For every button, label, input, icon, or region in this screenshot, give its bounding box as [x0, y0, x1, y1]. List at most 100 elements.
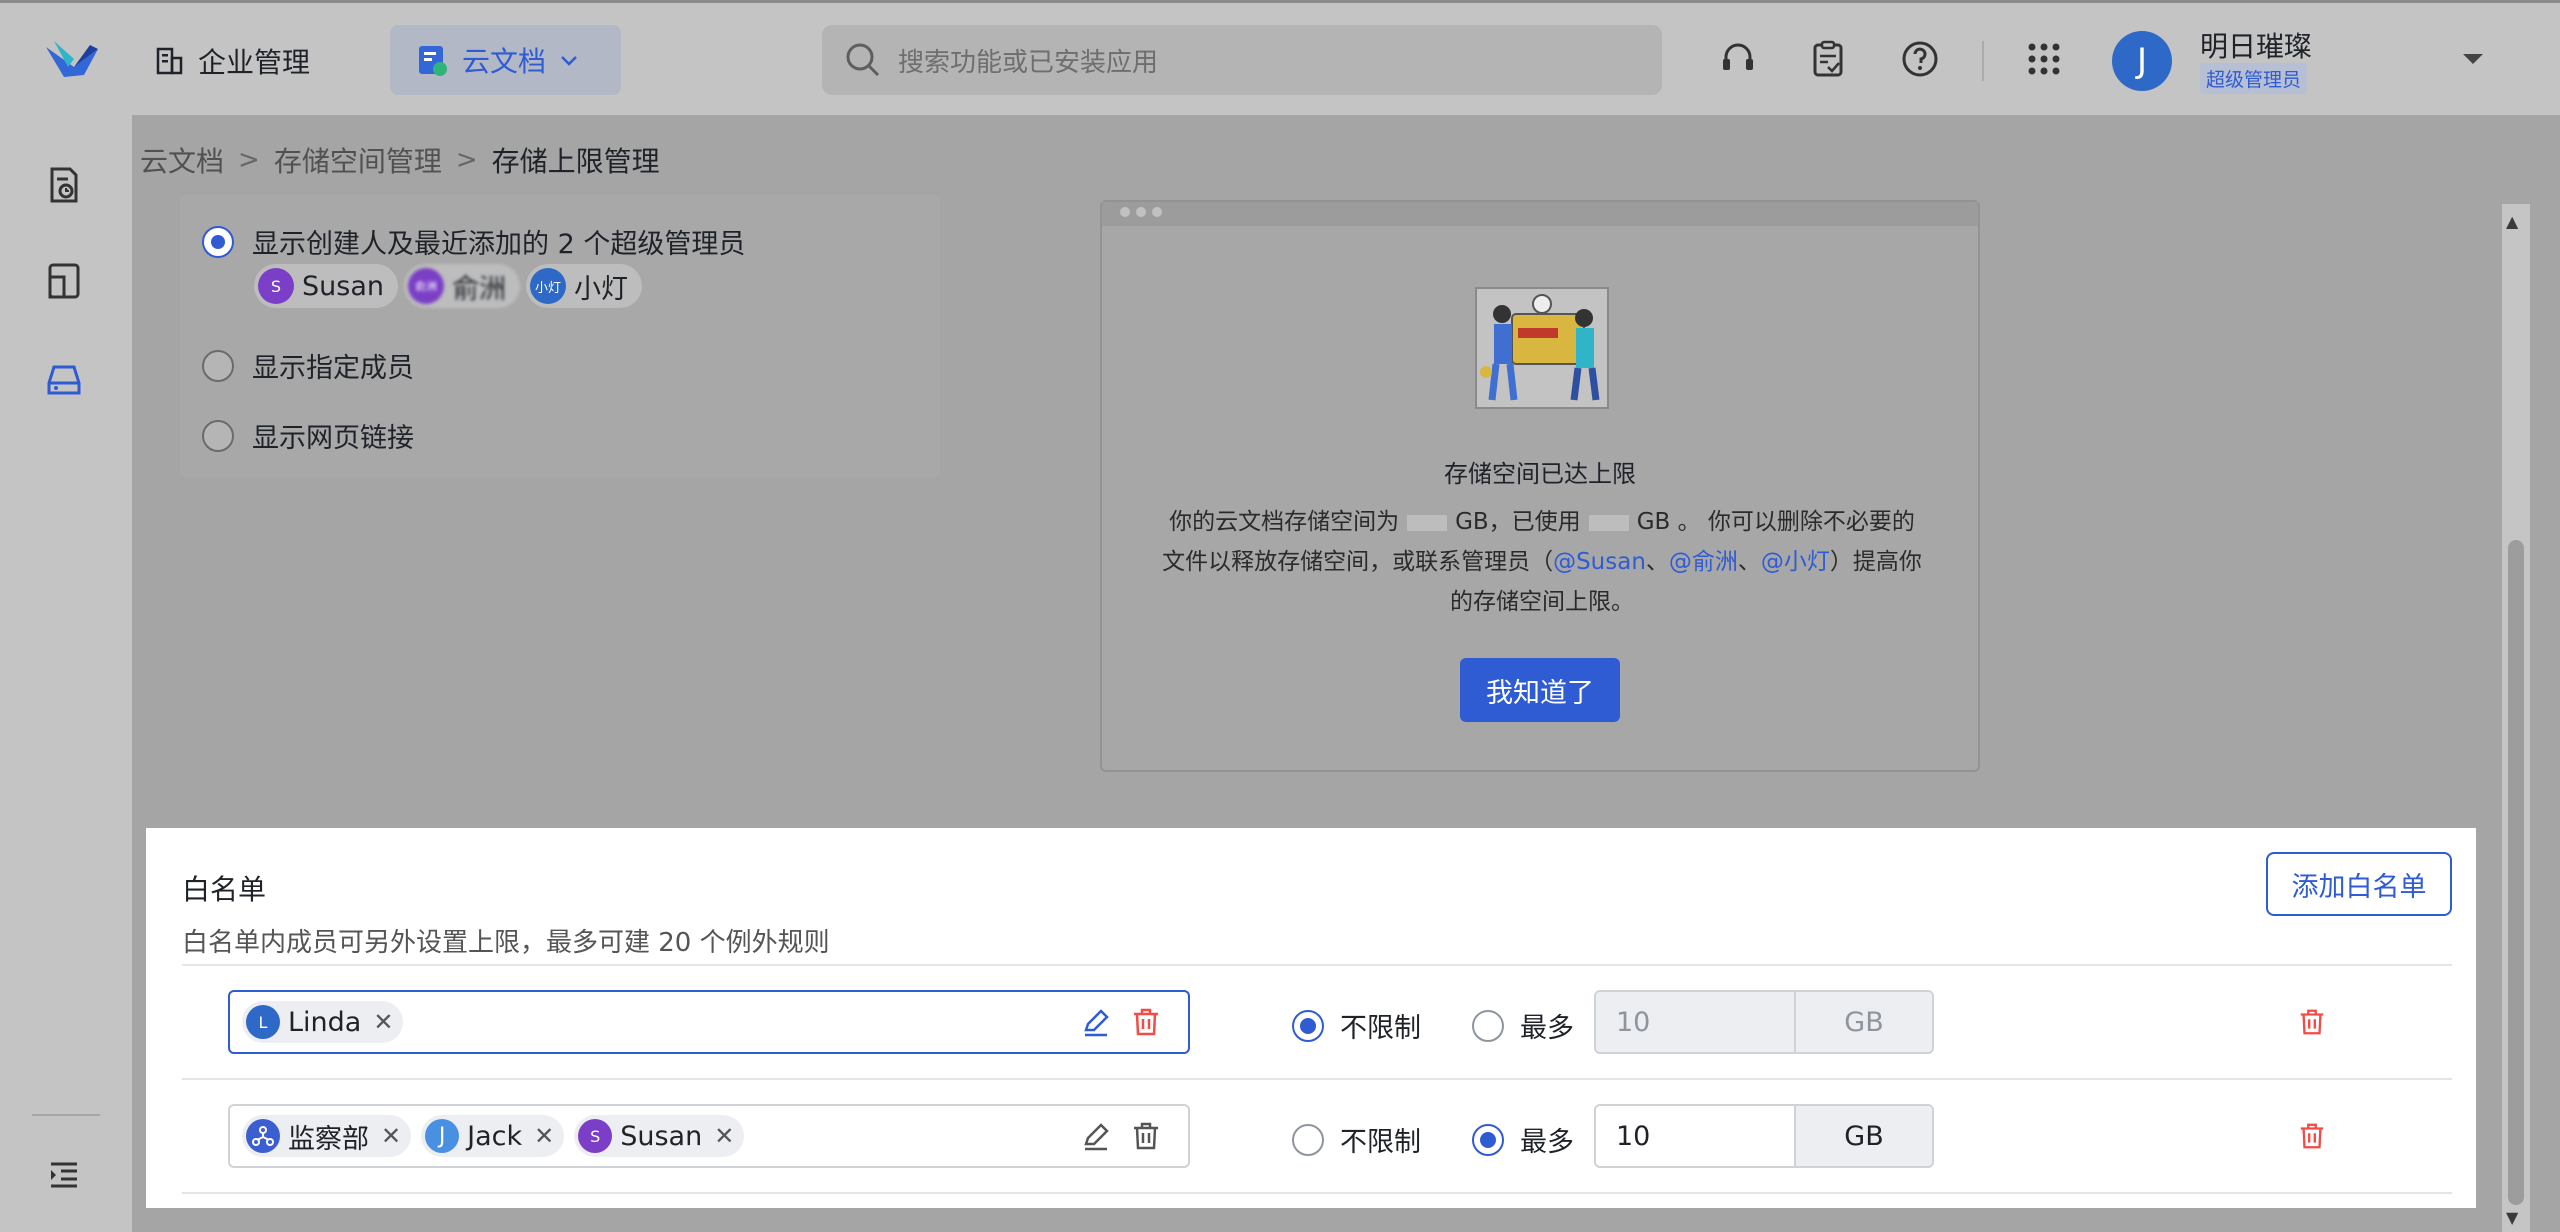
acknowledge-button[interactable]: 我知道了 — [1460, 658, 1620, 722]
app-switcher-cloud-docs[interactable]: 云文档 — [390, 25, 621, 95]
sidebar-collapse-icon[interactable] — [40, 1151, 88, 1199]
mention-link[interactable]: @俞洲 — [1669, 549, 1738, 575]
scrollbar-thumb[interactable] — [2508, 540, 2524, 1205]
preview-message: 你的云文档存储空间为 GB，已使用 GB 。 你可以删除不必要的 文件以释放存储空间… — [1134, 502, 1950, 622]
delete-icon[interactable] — [1130, 1006, 1162, 1038]
user-menu-caret-icon[interactable] — [2460, 51, 2486, 67]
header-divider — [1982, 41, 1984, 81]
preview-text: 你的云文档存储空间为 — [1169, 509, 1400, 535]
avatar: J — [425, 1119, 460, 1153]
chevron-down-icon — [561, 56, 577, 66]
sidebar-storage-icon[interactable] — [40, 355, 88, 403]
add-whitelist-button[interactable]: 添加白名单 — [2266, 852, 2452, 916]
remove-member-icon[interactable]: ✕ — [534, 1122, 554, 1150]
user-role-badge: 超级管理员 — [2200, 63, 2308, 94]
remove-member-icon[interactable]: ✕ — [381, 1122, 401, 1150]
remove-member-icon[interactable]: ✕ — [373, 1008, 393, 1036]
building-icon — [156, 47, 183, 75]
option-max-label: 最多 — [1520, 1013, 1574, 1044]
preview-title: 存储空间已达上限 — [1444, 460, 1636, 488]
member-selector[interactable]: 监察部 ✕ J Jack ✕ S Susan ✕ — [228, 1104, 1190, 1168]
redacted-value — [1407, 514, 1448, 531]
member-selector[interactable]: L Linda ✕ — [228, 990, 1190, 1054]
limit-input[interactable]: 10 GB — [1594, 1104, 1934, 1168]
help-icon[interactable] — [1898, 37, 1942, 81]
member-tag: S Susan ✕ — [574, 1115, 745, 1157]
admin-chip: S Susan — [254, 264, 398, 308]
edit-icon[interactable] — [1080, 1120, 1112, 1152]
option-unlimited[interactable]: 不限制 — [1292, 1120, 1421, 1159]
admin-chip: 小灯 小灯 — [525, 264, 642, 308]
user-name[interactable]: 明日璀璨 — [2200, 25, 2312, 65]
mention-link[interactable]: @Susan — [1553, 549, 1646, 575]
app-grid-icon[interactable] — [2022, 37, 2066, 81]
whitelist-title: 白名单 — [182, 873, 267, 906]
display-option-admins-label: 显示创建人及最近添加的 2 个超级管理员 — [252, 229, 746, 260]
limit-input: 10 GB — [1594, 990, 1934, 1054]
storage-full-illustration — [1475, 287, 1609, 409]
breadcrumb-item-storage-management[interactable]: 存储空间管理 — [274, 140, 442, 180]
preview-text: ）提高你 — [1829, 549, 1922, 575]
app-switcher-label: 云文档 — [462, 45, 547, 78]
nav-enterprise-label: 企业管理 — [198, 46, 311, 79]
admin-chip: 俞洲 俞洲 — [403, 264, 520, 308]
sidebar-documents-icon[interactable] — [40, 161, 88, 209]
sidebar-library-icon[interactable] — [40, 257, 88, 305]
display-option-admins[interactable]: 显示创建人及最近添加的 2 个超级管理员 — [202, 222, 745, 261]
global-search-input[interactable]: 搜索功能或已安装应用 — [822, 25, 1662, 95]
cloud-docs-icon — [419, 46, 447, 76]
preview-window-bar — [1102, 202, 1978, 226]
radio-selected[interactable] — [202, 225, 234, 258]
customer-service-icon[interactable] — [1716, 37, 1760, 81]
member-tag: 监察部 ✕ — [242, 1115, 412, 1157]
admin-chip-name: 俞洲 — [451, 273, 506, 305]
member-tag-name: Susan — [620, 1120, 703, 1152]
option-max[interactable]: 最多 — [1472, 1006, 1574, 1045]
edit-icon[interactable] — [1080, 1006, 1112, 1038]
scroll-down-icon[interactable]: ▼ — [2506, 1208, 2518, 1227]
radio-unselected[interactable] — [202, 419, 234, 452]
option-max[interactable]: 最多 — [1472, 1120, 1574, 1159]
radio-unselected[interactable] — [202, 349, 234, 382]
delete-row-icon[interactable] — [2294, 1004, 2330, 1040]
breadcrumb-separator: > — [238, 145, 260, 175]
breadcrumb-item-cloud-docs[interactable]: 云文档 — [140, 140, 224, 180]
member-tag-name: 监察部 — [288, 1123, 369, 1155]
mention-link[interactable]: @小灯 — [1761, 549, 1830, 575]
member-box-actions — [1080, 1120, 1162, 1152]
app-logo-icon[interactable] — [44, 37, 100, 81]
avatar: S — [578, 1119, 613, 1153]
avatar: S — [258, 268, 294, 304]
avatar: 小灯 — [529, 268, 566, 304]
radio-unselected[interactable] — [1292, 1123, 1324, 1156]
whitelist-panel: 白名单 白名单内成员可另外设置上限，最多可建 20 个例外规则 添加白名单 L … — [146, 828, 2476, 1208]
member-tag-name: Linda — [288, 1006, 362, 1038]
radio-selected[interactable] — [1472, 1123, 1504, 1156]
delete-row-icon[interactable] — [2294, 1118, 2330, 1154]
admin-chips: S Susan 俞洲 俞洲 小灯 小灯 — [254, 264, 642, 308]
nav-enterprise-management[interactable]: 企业管理 — [154, 39, 310, 83]
left-sidebar — [0, 115, 132, 1232]
avatar: L — [246, 1005, 280, 1039]
user-avatar[interactable]: J — [2112, 31, 2172, 91]
scroll-up-icon[interactable]: ▲ — [2506, 212, 2518, 231]
limit-value[interactable]: 10 — [1596, 1106, 1796, 1166]
remove-member-icon[interactable]: ✕ — [714, 1122, 734, 1150]
sidebar-divider — [32, 1114, 100, 1116]
row-divider — [182, 964, 2452, 966]
display-option-specific-members[interactable]: 显示指定成员 — [202, 346, 414, 385]
option-unlimited[interactable]: 不限制 — [1292, 1006, 1421, 1045]
limit-unit: GB — [1796, 1106, 1932, 1166]
breadcrumb-item-current: 存储上限管理 — [491, 145, 660, 178]
admin-chip-name: Susan — [302, 270, 384, 302]
admin-chip-name: 小灯 — [573, 273, 628, 305]
delete-icon[interactable] — [1130, 1120, 1162, 1152]
radio-unselected[interactable] — [1472, 1009, 1504, 1042]
preview-text: GB 。 你可以删除不必要的 — [1636, 509, 1915, 535]
display-option-web-link[interactable]: 显示网页链接 — [202, 416, 414, 455]
task-checklist-icon[interactable] — [1806, 37, 1850, 81]
breadcrumb: 云文档 > 存储空间管理 > 存储上限管理 — [140, 140, 660, 180]
department-icon — [246, 1119, 280, 1153]
radio-selected[interactable] — [1292, 1009, 1324, 1042]
limit-value: 10 — [1596, 992, 1796, 1052]
